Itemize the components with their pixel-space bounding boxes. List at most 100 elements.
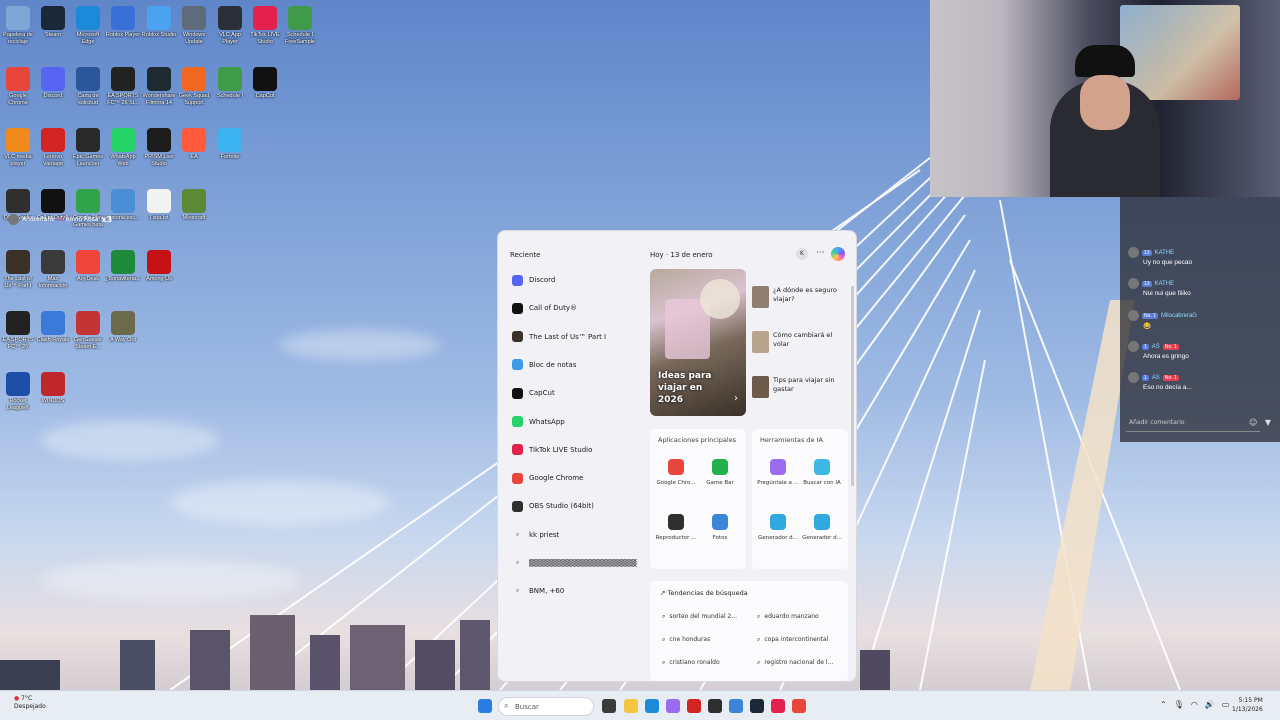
copilot-icon[interactable] bbox=[666, 699, 680, 713]
desktop-icon-label: Lenovo Vantage bbox=[42, 154, 64, 167]
desktop-icon[interactable]: The Last of Us™ Part I bbox=[0, 247, 36, 307]
emoji-icon[interactable]: ☺ bbox=[1249, 418, 1257, 427]
desktop-icon[interactable]: Más Información bbox=[35, 247, 71, 307]
recent-item[interactable]: ⌕ kk priest bbox=[512, 524, 644, 546]
volume-icon[interactable]: 🔊 bbox=[1205, 700, 1215, 709]
news-item[interactable]: Cómo cambiará el volar bbox=[752, 331, 844, 353]
recent-item[interactable]: Call of Duty® bbox=[512, 297, 644, 319]
app-tile[interactable]: Google Chro... bbox=[654, 459, 698, 486]
desktop-icon[interactable]: Windows Update bbox=[176, 3, 212, 63]
chrome-icon[interactable] bbox=[792, 699, 806, 713]
trend-item[interactable]: ⌕ registro nacional de l... bbox=[757, 659, 843, 667]
desktop-icon[interactable]: Microsoft Edge bbox=[70, 3, 106, 63]
desktop-icon[interactable]: ¿Bonaviteria...? bbox=[105, 247, 141, 307]
app-tile[interactable]: Generador d... bbox=[800, 514, 844, 541]
trend-item[interactable]: ⌕ cristiano ronaldo bbox=[662, 659, 748, 667]
desktop-icon[interactable]: Clash Royale bbox=[35, 308, 71, 368]
app-icon[interactable] bbox=[729, 699, 743, 713]
edge-icon[interactable] bbox=[645, 699, 659, 713]
steam-icon[interactable] bbox=[750, 699, 764, 713]
app-tile[interactable]: Pregúntale a ... bbox=[756, 459, 800, 486]
recent-item[interactable]: WhatsApp bbox=[512, 411, 644, 433]
chevron-right-icon[interactable]: › bbox=[734, 393, 738, 404]
desktop-icon[interactable]: WhatsApp Web bbox=[105, 125, 141, 185]
news-item[interactable]: ¿A dónde es seguro viajar? bbox=[752, 286, 844, 308]
desktop-icon[interactable]: Minecraft bbox=[176, 186, 212, 246]
app-tile[interactable]: Fotos bbox=[698, 514, 742, 541]
geoguessr-icon bbox=[76, 311, 100, 335]
desktop-icon[interactable]: GeoGuessr Steam E... bbox=[70, 308, 106, 368]
terminal-icon[interactable] bbox=[708, 699, 722, 713]
recent-item[interactable]: The Last of Us™ Part I bbox=[512, 326, 644, 348]
more-options-icon[interactable]: ··· bbox=[816, 248, 825, 258]
copilot-icon[interactable] bbox=[831, 247, 845, 261]
app-tile[interactable]: Generador d... bbox=[756, 514, 800, 541]
desktop-icon[interactable]: Steam bbox=[35, 3, 71, 63]
taskbar-search-box[interactable]: ⌕ Buscar bbox=[498, 697, 594, 716]
lenovo-icon[interactable] bbox=[687, 699, 701, 713]
desktop-icon[interactable]: Schedule I FreeSample bbox=[282, 3, 318, 63]
tiktok-icon[interactable] bbox=[771, 699, 785, 713]
desktop-icon[interactable]: Fortnite bbox=[212, 125, 248, 185]
weather-widget[interactable]: ● 7°C Despejado bbox=[14, 695, 46, 711]
desktop-icon[interactable]: EA SPORTS FC™ 26 bbox=[0, 308, 36, 368]
chat-comment-input[interactable]: Añadir comentario bbox=[1126, 414, 1260, 432]
trend-item[interactable]: ⌕ cne honduras bbox=[662, 636, 748, 644]
desktop-icon[interactable]: Roblox Studio bbox=[141, 3, 177, 63]
trend-item[interactable]: ⌕ sorteo del mundial 2... bbox=[662, 613, 748, 621]
desktop-icon[interactable]: Discord bbox=[35, 64, 71, 124]
desktop-icon[interactable]: AnyDesk bbox=[70, 247, 106, 307]
app-tile[interactable]: Reproductor ... bbox=[654, 514, 698, 541]
profile-avatar[interactable]: K bbox=[796, 248, 808, 260]
trend-item[interactable]: ⌕ copa intercontinental bbox=[757, 636, 843, 644]
trend-item[interactable]: ⌕ eduardo manzano bbox=[757, 613, 843, 621]
desktop-icon[interactable]: Google Chrome bbox=[0, 64, 36, 124]
app-player-icon bbox=[218, 6, 242, 30]
microphone-icon[interactable]: 🎙 bbox=[1174, 700, 1184, 709]
desktop-icon[interactable]: Wondershare Filmora 14 bbox=[141, 64, 177, 124]
desktop-icon[interactable]: Geek Squad Support bbox=[176, 64, 212, 124]
app-tile[interactable]: Game Bar bbox=[698, 459, 742, 486]
recent-item[interactable]: CapCut bbox=[512, 382, 644, 404]
file-explorer-icon[interactable] bbox=[624, 699, 638, 713]
recent-item[interactable]: TikTok LIVE Studio bbox=[512, 439, 644, 461]
desktop-icon[interactable]: Rocket League® bbox=[0, 369, 36, 429]
desktop-icon[interactable]: Roblox Player bbox=[105, 3, 141, 63]
filter-icon[interactable]: ▼ bbox=[1265, 418, 1271, 427]
desktop-icon[interactable]: VLC media player bbox=[0, 125, 36, 185]
task-view-icon[interactable] bbox=[602, 699, 616, 713]
wifi-icon[interactable]: ◠ bbox=[1191, 700, 1198, 709]
news-hero-card[interactable]: Ideas para viajar en 2026 › bbox=[650, 269, 746, 416]
desktop-icon[interactable]: Among Us bbox=[141, 247, 177, 307]
recent-item[interactable]: ⌕ ▒▒▒▒▒▒▒▒▒▒▒▒▒▒▒▒▒▒▒▒ bbox=[512, 552, 644, 574]
taskbar-clock[interactable]: 5:15 PM 1/13/2026 bbox=[1232, 696, 1263, 714]
desktop-icon[interactable]: EA bbox=[176, 125, 212, 185]
desktop-icon[interactable]: Lenovo Vantage bbox=[35, 125, 71, 185]
desktop-icon[interactable]: A Way Out bbox=[105, 308, 141, 368]
desktop-icon[interactable]: PRISM Live Studio bbox=[141, 125, 177, 185]
desktop-icon[interactable]: WINDOS bbox=[35, 369, 71, 429]
desktop-icon[interactable]: Papelera de reciclaje bbox=[0, 3, 36, 63]
desktop-icon[interactable]: VLC App Player bbox=[212, 3, 248, 63]
desktop-icon[interactable]: Epic Games Launcher bbox=[70, 125, 106, 185]
recent-item[interactable]: Bloc de notas bbox=[512, 354, 644, 376]
trends-title: ↗ Tendencias de búsqueda bbox=[660, 589, 748, 597]
recent-item[interactable]: OBS Studio (64bit) bbox=[512, 495, 644, 517]
windows-start-icon[interactable] bbox=[478, 699, 492, 713]
news-item[interactable]: Tips para viajar sin gastar bbox=[752, 376, 844, 398]
chat-message: 13 KATHE Nui nui que fiiiko bbox=[1128, 278, 1273, 297]
recent-item[interactable]: Google Chrome bbox=[512, 467, 644, 489]
desktop-icon-label: CapCut bbox=[255, 93, 275, 99]
desktop-icon[interactable]: Carta de solicitud bbox=[70, 64, 106, 124]
recent-item[interactable]: ⌕ BNM, +60 bbox=[512, 580, 644, 602]
app-tile[interactable]: Buscar con IA bbox=[800, 459, 844, 486]
desktop-icon[interactable]: EA SPORTS FC™ 26 St... bbox=[105, 64, 141, 124]
recent-item[interactable]: Discord bbox=[512, 269, 644, 291]
chevron-up-icon[interactable]: ⌃ bbox=[1160, 700, 1167, 709]
panel-scrollbar[interactable] bbox=[851, 286, 854, 486]
desktop-icon[interactable]: Schedule I bbox=[212, 64, 248, 124]
desktop-icon[interactable]: TikTok LIVE Studio bbox=[247, 3, 283, 63]
ai-tools-title: Herramientas de IA bbox=[760, 436, 823, 444]
desktop-icon[interactable]: CapCut bbox=[247, 64, 283, 124]
battery-icon[interactable]: ▭ bbox=[1222, 700, 1230, 709]
